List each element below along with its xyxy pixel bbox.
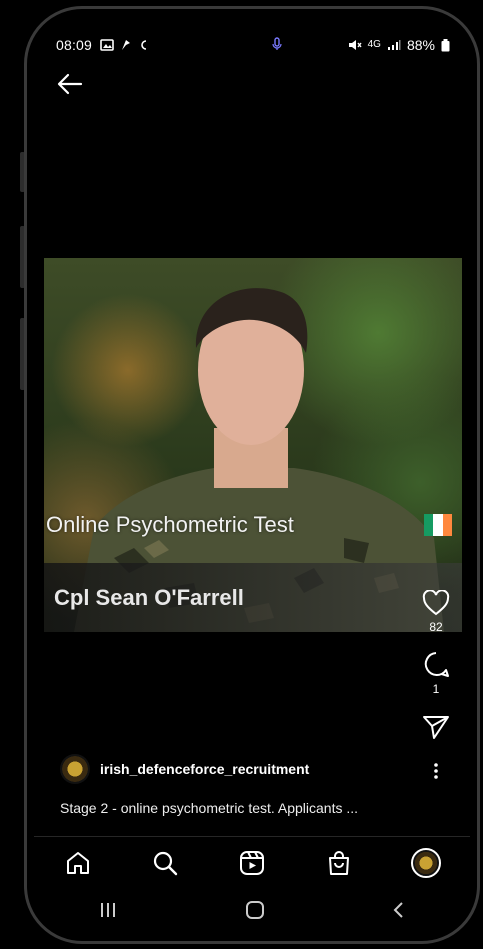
more-options-button[interactable] — [433, 762, 439, 780]
video-player[interactable]: Online Psychometric Test Cpl Sean O'Farr… — [44, 258, 462, 632]
account-avatar[interactable] — [60, 754, 90, 784]
heart-icon[interactable] — [422, 590, 450, 616]
speaker-name: Cpl Sean O'Farrell — [54, 585, 244, 610]
back-button[interactable] — [56, 70, 86, 98]
home-icon — [66, 852, 89, 874]
bottom-tab-bar — [34, 836, 470, 889]
comment-icon[interactable] — [422, 650, 450, 678]
account-handle[interactable]: irish_defenceforce_recruitment — [100, 761, 309, 777]
profile-avatar — [411, 848, 442, 878]
reels-icon — [239, 851, 264, 875]
like-count[interactable]: 82 — [429, 620, 442, 634]
battery-icon — [441, 38, 450, 51]
more-vertical-icon — [434, 763, 438, 779]
status-bar: 08:09 4G 88% — [56, 34, 450, 56]
calls-notification-icon — [141, 40, 147, 50]
app-notification-icon — [122, 40, 131, 50]
screen: 08:09 4G 88% Online Psychometric Test Cp… — [34, 18, 470, 940]
share-action — [422, 714, 450, 740]
tab-home[interactable] — [56, 841, 100, 885]
mic-indicator-icon — [272, 36, 282, 54]
arrow-left-icon — [57, 73, 83, 95]
network-type: 4G — [367, 39, 381, 50]
send-icon[interactable] — [422, 714, 450, 740]
image-notification-icon — [100, 39, 114, 51]
signal-icon — [387, 40, 401, 50]
notification-icons — [100, 39, 148, 51]
video-caption: Online Psychometric Test — [46, 512, 294, 537]
post-description[interactable]: Stage 2 - online psychometric test. Appl… — [60, 800, 358, 816]
action-rail: 82 1 — [416, 590, 456, 780]
like-action: 82 — [422, 590, 450, 634]
tab-shop[interactable] — [317, 841, 361, 885]
post-account[interactable]: irish_defenceforce_recruitment — [60, 754, 309, 784]
recent-apps-icon[interactable] — [98, 901, 118, 919]
status-time: 08:09 — [56, 37, 93, 53]
home-button-icon[interactable] — [245, 900, 265, 920]
back-nav-icon[interactable] — [392, 901, 406, 919]
mute-icon — [348, 40, 362, 50]
shopping-bag-icon — [329, 851, 350, 875]
battery-percent: 88% — [406, 37, 435, 53]
tab-reels[interactable] — [230, 841, 274, 885]
tab-profile[interactable] — [404, 841, 448, 885]
comment-count[interactable]: 1 — [433, 682, 440, 696]
status-right: 4G 88% — [348, 37, 450, 53]
search-icon — [153, 851, 177, 876]
system-nav-bar — [34, 890, 470, 930]
comment-action: 1 — [422, 650, 450, 696]
tab-search[interactable] — [143, 841, 187, 885]
